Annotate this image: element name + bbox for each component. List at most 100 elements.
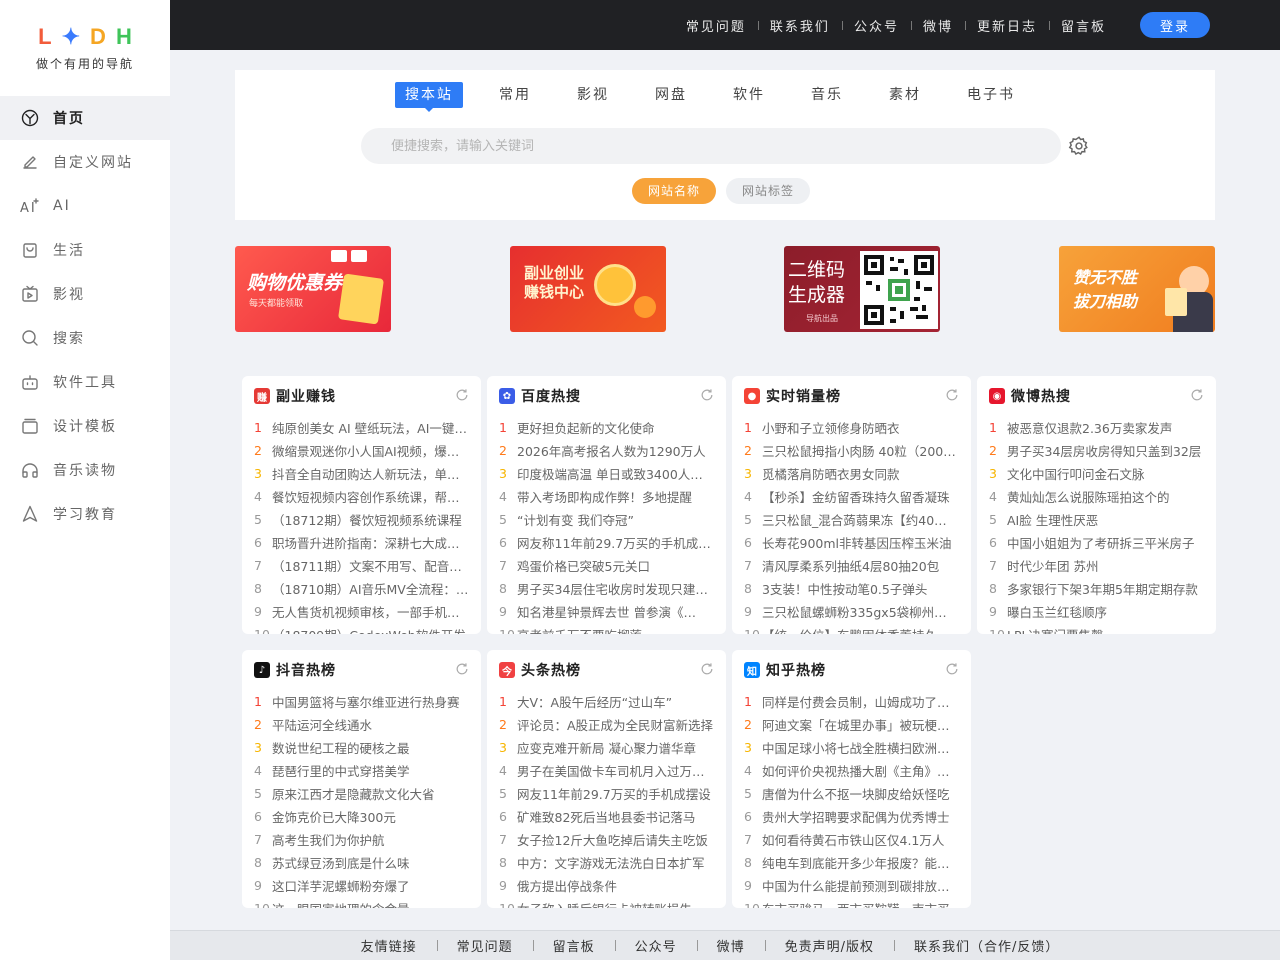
refresh-icon[interactable] <box>700 388 714 402</box>
list-item[interactable]: 7 高考生我们为你护航 <box>254 828 469 851</box>
list-item[interactable]: 8 （18710期）AI音乐MV全流程：从创作到发布 <box>254 577 469 600</box>
footer-weibo[interactable]: 微博 <box>696 936 765 955</box>
topnav-contact[interactable]: 联系我们 <box>757 16 842 35</box>
banner-side-business[interactable]: 副业创业 赚钱中心 <box>510 246 666 332</box>
list-item[interactable]: 5 “计划有变 我们夺冠” <box>499 508 714 531</box>
list-item[interactable]: 3 中国足球小将七战全胜横扫欧洲球队 <box>744 736 959 759</box>
list-item[interactable]: 1 被恶意仅退款2.36万卖家发声 <box>989 416 1204 439</box>
footer-faq[interactable]: 常见问题 <box>436 936 533 955</box>
list-item[interactable]: 5 网友11年前29.7万买的手机成摆设 <box>499 782 714 805</box>
footer-wechat[interactable]: 公众号 <box>614 936 697 955</box>
search-tab-4[interactable]: 软件 <box>723 82 775 108</box>
list-item[interactable]: 6 长寿花900ml非转基因压榨玉米油 <box>744 531 959 554</box>
sidebar-item-4[interactable]: 影视 <box>0 272 170 316</box>
list-item[interactable]: 2 男子买34层房收房得知只盖到32层 <box>989 439 1204 462</box>
list-item[interactable]: 10【统一价位】东鹏固体香薰持久 <box>744 623 959 634</box>
list-item[interactable]: 2 阿迪文案「在城里办事」被玩梗怎么看 <box>744 713 959 736</box>
list-item[interactable]: 9 无人售货机视频审核，一部手机轻松操作 <box>254 600 469 623</box>
search-tab-7[interactable]: 电子书 <box>957 82 1025 108</box>
list-item[interactable]: 1 更好担负起新的文化使命 <box>499 416 714 439</box>
list-item[interactable]: 6 金饰克价已大降300元 <box>254 805 469 828</box>
list-item[interactable]: 8 中方：文字游戏无法洗白日本扩军 <box>499 851 714 874</box>
footer-contact[interactable]: 联系我们（合作/反馈） <box>894 936 1079 955</box>
list-item[interactable]: 2 三只松鼠拇指小肉肠 40粒（200g） <box>744 439 959 462</box>
banner-qrcode-generator[interactable]: 二维码 生成器 导航出品 <box>784 246 940 332</box>
list-item[interactable]: 3 觅橘落肩防晒衣男女同款 <box>744 462 959 485</box>
refresh-icon[interactable] <box>455 388 469 402</box>
list-item[interactable]: 9 这口洋芋泥螺蛳粉夯爆了 <box>254 874 469 897</box>
list-item[interactable]: 6 贵州大学招聘要求配偶为优秀博士 <box>744 805 959 828</box>
topnav-changelog[interactable]: 更新日志 <box>964 16 1049 35</box>
list-item[interactable]: 8 苏式绿豆汤到底是什么味 <box>254 851 469 874</box>
list-item[interactable]: 3 数说世纪工程的硬核之最 <box>254 736 469 759</box>
list-item[interactable]: 3 文化中国行叩问金石文脉 <box>989 462 1204 485</box>
list-item[interactable]: 9 三只松鼠螺蛳粉335gx5袋柳州螺蛳粉 <box>744 600 959 623</box>
list-item[interactable]: 6 矿难致82死后当地县委书记落马 <box>499 805 714 828</box>
list-item[interactable]: 2 平陆运河全线通水 <box>254 713 469 736</box>
login-button[interactable]: 登录 <box>1140 12 1210 38</box>
footer-friend-links[interactable]: 友情链接 <box>341 936 437 955</box>
refresh-icon[interactable] <box>945 388 959 402</box>
list-item[interactable]: 10东市买骏马，西市买鞍鞯，南市买 <box>744 897 959 908</box>
list-item[interactable]: 7 如何看待黄石市铁山区仅4.1万人 <box>744 828 959 851</box>
list-item[interactable]: 10LPL决赛门票售罄 <box>989 623 1204 634</box>
footer-guestbook[interactable]: 留言板 <box>532 936 615 955</box>
search-tab-3[interactable]: 网盘 <box>645 82 697 108</box>
logo[interactable]: L ✦ D H 做个有用的导航 <box>0 0 170 96</box>
list-item[interactable]: 5 AI脸 生理性厌恶 <box>989 508 1204 531</box>
list-item[interactable]: 6 中国小姐姐为了考研拆三平米房子 <box>989 531 1204 554</box>
list-item[interactable]: 8 多家银行下架3年期5年期定期存款 <box>989 577 1204 600</box>
sidebar-item-6[interactable]: 软件工具 <box>0 360 170 404</box>
list-item[interactable]: 10（18709期）CodexWeb软件开发 <box>254 623 469 634</box>
list-item[interactable]: 3 印度极端高温 单日或致3400人死亡 <box>499 462 714 485</box>
list-item[interactable]: 7 时代少年团 苏州 <box>989 554 1204 577</box>
list-item[interactable]: 8 3支装！中性按动笔0.5子弹头 <box>744 577 959 600</box>
list-item[interactable]: 9 知名港星钟景辉去世 曾参演《… <box>499 600 714 623</box>
settings-gear-icon[interactable] <box>1068 135 1090 157</box>
list-item[interactable]: 4 带入考场即构成作弊！多地提醒 <box>499 485 714 508</box>
search-tab-0[interactable]: 搜本站 <box>395 82 463 112</box>
refresh-icon[interactable] <box>945 662 959 676</box>
list-item[interactable]: 9 俄方提出停战条件 <box>499 874 714 897</box>
list-item[interactable]: 9 中国为什么能提前预测到碳排放达峰 <box>744 874 959 897</box>
sidebar-item-8[interactable]: 音乐读物 <box>0 448 170 492</box>
refresh-icon[interactable] <box>455 662 469 676</box>
topnav-wechat[interactable]: 公众号 <box>841 16 911 35</box>
sidebar-item-3[interactable]: 生活 <box>0 228 170 272</box>
list-item[interactable]: 8 纯电车到底能开多少年报废？能开多久 <box>744 851 959 874</box>
list-item[interactable]: 2 评论员：A股正成为全民财富新选择 <box>499 713 714 736</box>
list-item[interactable]: 6 网友称11年前29.7万买的手机成摆设 <box>499 531 714 554</box>
list-item[interactable]: 6 职场晋升进阶指南：深耕七大成长维度 <box>254 531 469 554</box>
footer-disclaimer[interactable]: 免责声明/版权 <box>764 936 894 955</box>
list-item[interactable]: 9 曝白玉兰红毯顺序 <box>989 600 1204 623</box>
list-item[interactable]: 7 女子捡12斤大鱼吃掉后请失主吃饭 <box>499 828 714 851</box>
list-item[interactable]: 5 原来江西才是隐藏款文化大省 <box>254 782 469 805</box>
sidebar-item-2[interactable]: AI AI <box>0 184 170 228</box>
list-item[interactable]: 10这一眼国家地理的含金量 <box>254 897 469 908</box>
banner-donate[interactable]: 赞无不胜 拔刀相助 <box>1059 246 1215 332</box>
topnav-weibo[interactable]: 微博 <box>910 16 965 35</box>
list-item[interactable]: 1 大V：A股午后经历“过山车” <box>499 690 714 713</box>
chip-site-name[interactable]: 网站名称 <box>632 178 717 204</box>
list-item[interactable]: 2 微缩景观迷你小人国AI视频，爆款玩法 <box>254 439 469 462</box>
list-item[interactable]: 1 中国男篮将与塞尔维亚进行热身赛 <box>254 690 469 713</box>
list-item[interactable]: 7 鸡蛋价格已突破5元关口 <box>499 554 714 577</box>
list-item[interactable]: 1 小野和子立领修身防晒衣 <box>744 416 959 439</box>
search-input[interactable] <box>361 128 1061 164</box>
search-tab-5[interactable]: 音乐 <box>801 82 853 108</box>
list-item[interactable]: 5 三只松鼠_混合蒟蒻果冻【约40… <box>744 508 959 531</box>
search-tab-1[interactable]: 常用 <box>489 82 541 108</box>
list-item[interactable]: 3 应变克难开新局 凝心聚力谱华章 <box>499 736 714 759</box>
list-item[interactable]: 2 2026年高考报名人数为1290万人 <box>499 439 714 462</box>
list-item[interactable]: 10女子称入睡后银行卡被转账损失 <box>499 897 714 908</box>
list-item[interactable]: 1 同样是付费会员制，山姆成功了为什么 <box>744 690 959 713</box>
list-item[interactable]: 5 （18712期）餐饮短视频系统课程 <box>254 508 469 531</box>
list-item[interactable]: 4 如何评价央视热播大剧《主角》的结局 <box>744 759 959 782</box>
list-item[interactable]: 4 黄灿灿怎么说服陈瑶拍这个的 <box>989 485 1204 508</box>
list-item[interactable]: 5 唐僧为什么不抠一块脚皮给妖怪吃 <box>744 782 959 805</box>
list-item[interactable]: 3 抖音全自动团购达人新玩法，单号日入 <box>254 462 469 485</box>
sidebar-item-5[interactable]: 搜索 <box>0 316 170 360</box>
list-item[interactable]: 1 纯原创美女 AI 壁纸玩法，AI一键生成原创壁纸 <box>254 416 469 439</box>
refresh-icon[interactable] <box>1190 388 1204 402</box>
sidebar-item-9[interactable]: 学习教育 <box>0 492 170 536</box>
